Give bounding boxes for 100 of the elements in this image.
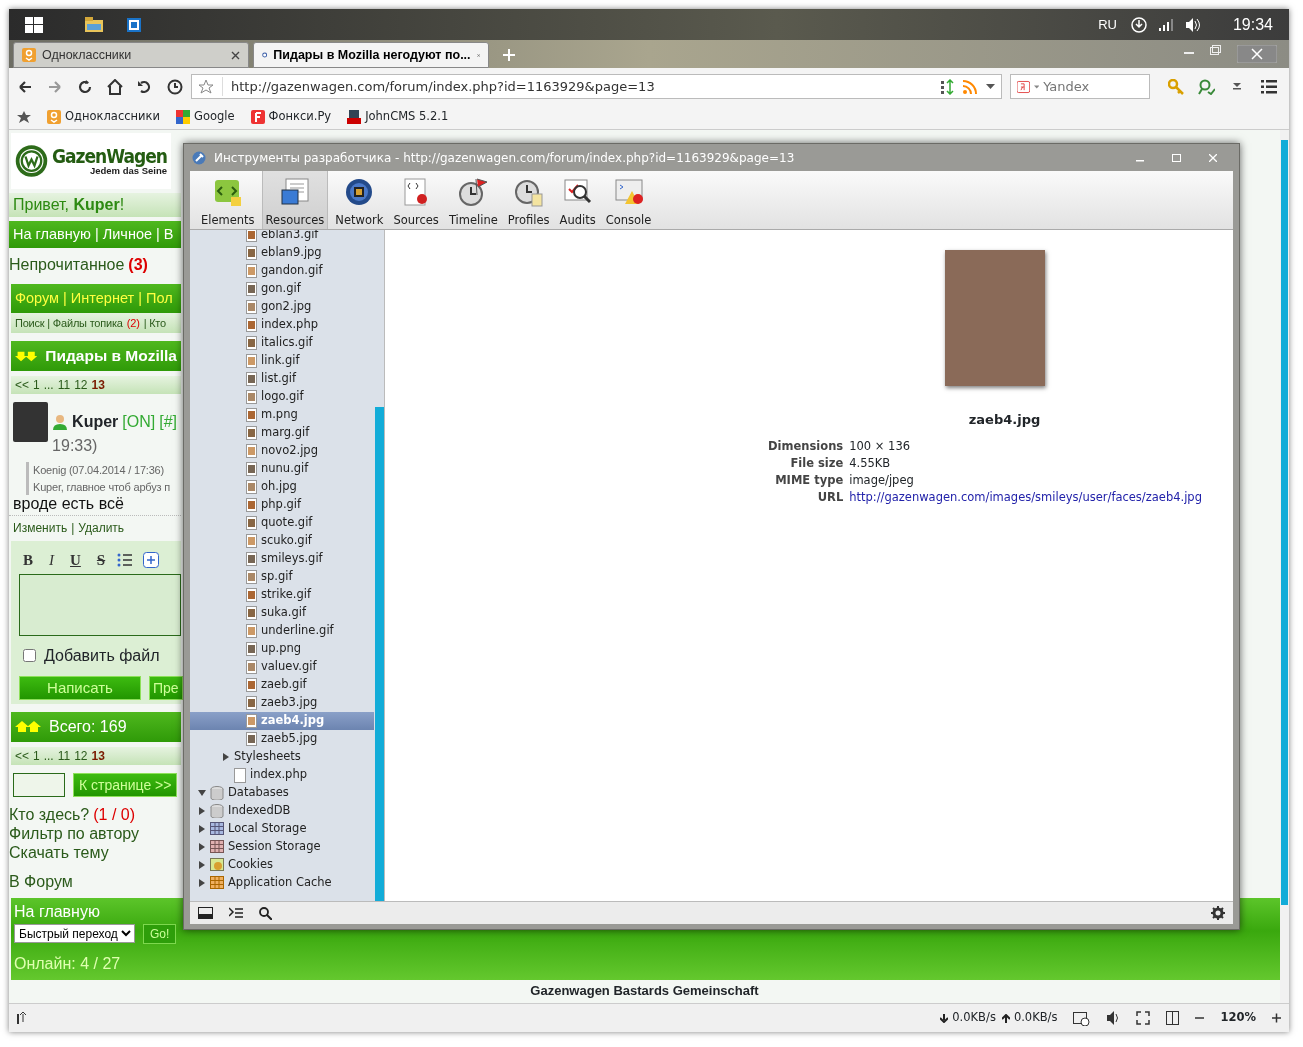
format-button[interactable]: B: [23, 549, 33, 572]
resource-tree-item[interactable]: eblan9.jpg: [190, 244, 374, 262]
undo-icon[interactable]: [137, 78, 153, 95]
post-action-link[interactable]: Изменить: [13, 519, 68, 537]
resource-tree-item[interactable]: italics.gif: [190, 334, 374, 352]
resource-tree-item[interactable]: eblan3.gif: [190, 230, 374, 244]
page-link[interactable]: ...: [43, 376, 54, 394]
search-field[interactable]: Yandex: [1043, 76, 1143, 97]
address-field[interactable]: http://gazenwagen.com/forum/index.php?id=1163929&page=13: [191, 74, 1002, 99]
page-link[interactable]: 1: [33, 746, 40, 765]
panel-tab[interactable]: Profiles: [504, 171, 553, 229]
resource-tree-item[interactable]: zaeb5.jpg: [190, 730, 374, 748]
resource-tree-item[interactable]: oh.jpg: [190, 478, 374, 496]
zoom-in-icon[interactable]: [1272, 1013, 1281, 1023]
volume-icon[interactable]: [1106, 1010, 1121, 1026]
storage-tree-item[interactable]: Session Storage: [190, 838, 374, 856]
caret-icon[interactable]: [1033, 84, 1040, 89]
collapsed-arrow-icon[interactable]: [198, 807, 206, 815]
resource-tree-item[interactable]: list.gif: [190, 370, 374, 388]
message-field[interactable]: [19, 573, 181, 636]
post-action-link[interactable]: Удалить: [78, 519, 125, 537]
app-icon[interactable]: [127, 17, 141, 32]
collapsed-arrow-icon[interactable]: [222, 753, 230, 761]
expanded-arrow-icon[interactable]: [198, 789, 206, 797]
close-icon[interactable]: [231, 50, 240, 60]
panel-tab[interactable]: Console: [602, 171, 655, 229]
reading-mode-icon[interactable]: [1166, 1011, 1180, 1025]
resource-tree-item[interactable]: underline.gif: [190, 622, 374, 640]
page-link[interactable]: 12: [74, 746, 88, 765]
sidebar-toggle-icon[interactable]: [17, 1012, 27, 1024]
page-link[interactable]: <<: [15, 746, 29, 765]
bookmark-link[interactable]: Фонкси.Ру: [250, 108, 332, 126]
user-check-icon[interactable]: [1198, 78, 1215, 95]
bookmark-link[interactable]: Одноклассники: [47, 108, 160, 126]
settings-icon[interactable]: [1211, 906, 1225, 920]
resource-tree-item[interactable]: up.png: [190, 640, 374, 658]
back-icon[interactable]: [17, 78, 33, 95]
forward-icon[interactable]: [47, 78, 63, 95]
format-button[interactable]: S: [96, 549, 106, 572]
resource-tree-item[interactable]: index.php: [190, 766, 374, 784]
page-link[interactable]: 12: [74, 376, 88, 394]
caret-icon[interactable]: [986, 84, 995, 89]
browser-tab[interactable]: Одноклассники: [13, 42, 249, 68]
panel-tab[interactable]: Resources: [261, 171, 329, 229]
sub-menu-links[interactable]: Поиск | Файлы топика: [15, 313, 123, 333]
resource-tree-item[interactable]: marg.gif: [190, 424, 374, 442]
search-box[interactable]: Yandex: [1010, 74, 1150, 99]
resource-url-link[interactable]: http://gazenwagen.com/images/smileys/user/faces/zaeb4.jpg: [849, 490, 1202, 505]
resource-tree-item[interactable]: zaeb3.jpg: [190, 694, 374, 712]
folder-icon[interactable]: [85, 17, 103, 32]
topic-link[interactable]: Скачать тему: [9, 842, 109, 862]
who-here-link[interactable]: Кто здесь?: [9, 805, 90, 823]
page-number-field[interactable]: [13, 772, 65, 797]
storage-tree-item[interactable]: Application Cache: [190, 874, 374, 892]
storage-tree-item[interactable]: Databases: [190, 784, 374, 802]
resource-tree-item[interactable]: novo2.jpg: [190, 442, 374, 460]
reader-icon[interactable]: [941, 78, 954, 95]
collapsed-arrow-icon[interactable]: [198, 825, 206, 833]
maximize-icon[interactable]: [1172, 153, 1181, 162]
down-arrows-icon[interactable]: [15, 350, 38, 362]
collapsed-arrow-icon[interactable]: [198, 843, 206, 851]
up-arrows-icon[interactable]: [15, 721, 41, 732]
format-button[interactable]: I: [49, 549, 54, 572]
resource-tree-item[interactable]: logo.gif: [190, 388, 374, 406]
bookmark-link[interactable]: JohnCMS 5.2.1: [347, 108, 449, 126]
page-link[interactable]: 11: [57, 376, 71, 394]
sub-menu-links[interactable]: | Кто: [143, 313, 166, 333]
menu-icon[interactable]: [1261, 78, 1277, 95]
page-link[interactable]: 1: [33, 376, 40, 394]
browser-tab[interactable]: Пидары в Mozilla негодуют по...: [253, 42, 489, 68]
storage-tree-item[interactable]: Local Storage: [190, 820, 374, 838]
resource-tree-item[interactable]: Stylesheets: [190, 748, 374, 766]
resource-tree-item[interactable]: link.gif: [190, 352, 374, 370]
page-link[interactable]: ...: [43, 746, 54, 765]
resource-tree-item[interactable]: gandon.gif: [190, 262, 374, 280]
home-icon[interactable]: [107, 78, 123, 95]
storage-tree-item[interactable]: IndexedDB: [190, 802, 374, 820]
resource-tree-item[interactable]: suka.gif: [190, 604, 374, 622]
panel-tab[interactable]: Elements: [198, 171, 258, 229]
collapsed-arrow-icon[interactable]: [198, 879, 206, 887]
resource-tree-item[interactable]: strike.gif: [190, 586, 374, 604]
reload-icon[interactable]: [77, 78, 93, 95]
console-icon[interactable]: [229, 907, 243, 919]
resource-tree-item[interactable]: valuev.gif: [190, 658, 374, 676]
close-icon[interactable]: [1237, 45, 1277, 63]
scrollbar-thumb[interactable]: [1281, 140, 1288, 905]
panel-tab[interactable]: Timeline: [445, 171, 501, 229]
dock-icon[interactable]: [198, 907, 213, 919]
topic-link[interactable]: Фильтр по автору: [9, 823, 139, 843]
list-icon[interactable]: [117, 552, 134, 569]
bookmark-link[interactable]: Google: [175, 108, 235, 126]
resource-tree-item[interactable]: php.gif: [190, 496, 374, 514]
page-link[interactable]: <<: [15, 376, 29, 394]
bookmark-star-icon[interactable]: [198, 78, 214, 95]
fullscreen-icon[interactable]: [1136, 1011, 1151, 1025]
storage-tree-item[interactable]: Cookies: [190, 856, 374, 874]
bookmarks-star-icon[interactable]: [17, 110, 31, 124]
post-author[interactable]: Kuper: [72, 410, 119, 434]
insert-icon[interactable]: [143, 552, 160, 569]
resource-tree-item[interactable]: gon2.jpg: [190, 298, 374, 316]
